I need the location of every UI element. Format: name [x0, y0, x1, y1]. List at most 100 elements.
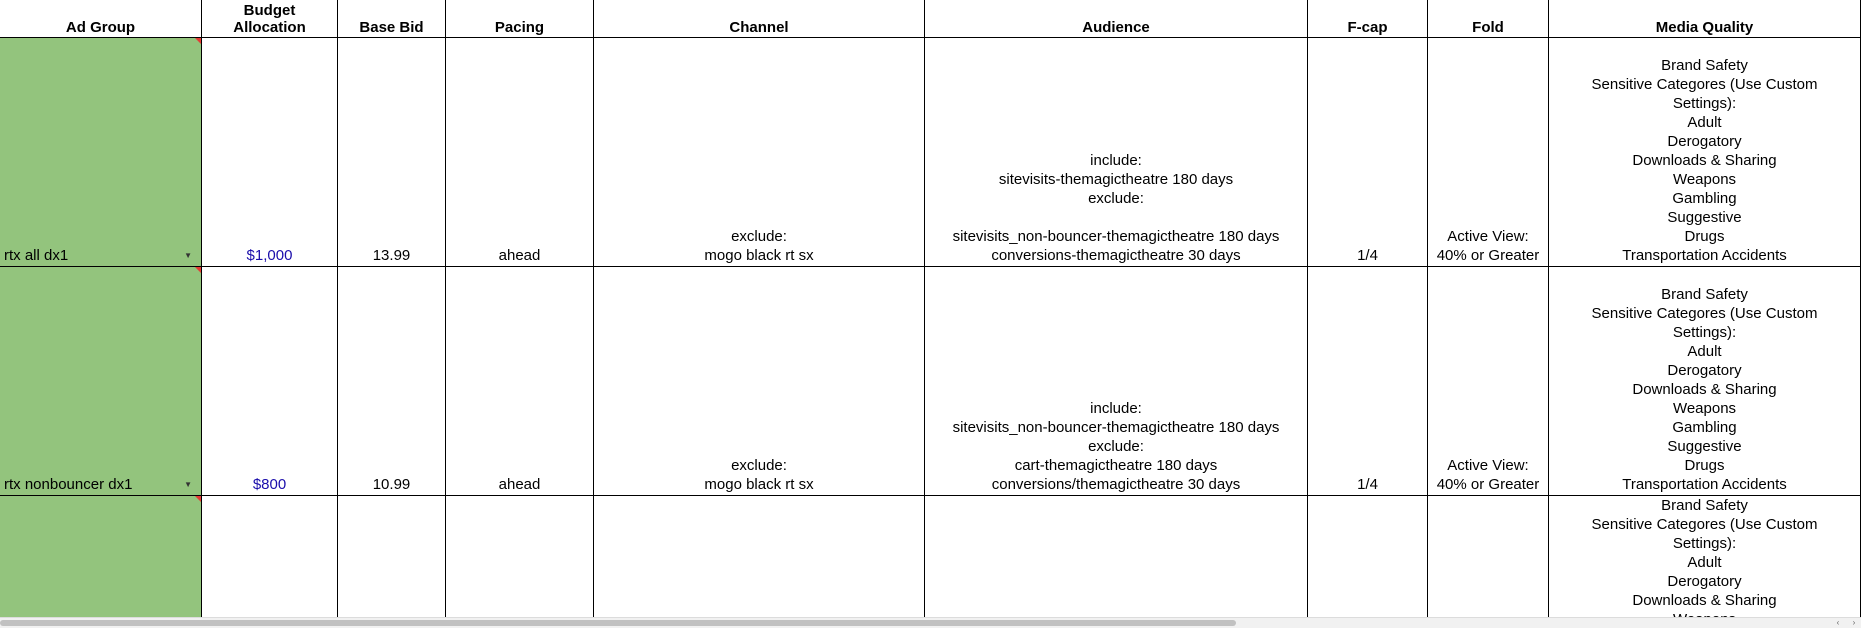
cell-audience[interactable]: include: sitevisits-themagictheatre 180 d…	[925, 38, 1308, 267]
cell-media-quality[interactable]: Brand Safety Sensitive Categores (Use Cus…	[1549, 38, 1861, 267]
cell-pacing[interactable]: ahead	[446, 38, 594, 267]
cell-f-cap[interactable]: 1/4	[1308, 267, 1428, 496]
media-quality-line: Downloads & Sharing	[1632, 381, 1777, 398]
cell-base-bid[interactable]: 13.99	[338, 38, 446, 267]
media-quality-line: Drugs	[1684, 228, 1725, 245]
audience-line: sitevisits-themagictheatre 180 days	[998, 171, 1234, 188]
header-pacing[interactable]: Pacing	[446, 0, 594, 38]
header-channel[interactable]: Channel	[594, 0, 925, 38]
media-quality-line: Brand Safety	[1661, 57, 1748, 74]
cell-base-bid[interactable]: 10.99	[338, 267, 446, 496]
header-budget-allocation[interactable]: Budget Allocation	[202, 0, 338, 38]
horizontal-scrollbar[interactable]: ‹ ›	[0, 617, 1861, 628]
cell-pacing[interactable]: ahead	[446, 267, 594, 496]
media-quality-line: Adult	[1687, 114, 1722, 131]
cell-audience[interactable]: include: sitevisits_non-bouncer-themagict…	[925, 267, 1308, 496]
header-text: Pacing	[494, 19, 545, 36]
media-quality-line: Transportation Accidents	[1622, 476, 1787, 493]
media-quality-line: Derogatory	[1667, 362, 1742, 379]
cell-budget-allocation[interactable]: $800	[202, 267, 338, 496]
media-quality-line: Weapons	[1672, 400, 1737, 417]
audience-line	[1114, 208, 1118, 227]
cell-audience[interactable]	[925, 496, 1308, 627]
header-text: Channel	[729, 19, 789, 36]
ad-group-dropdown[interactable]: rtx all dx1 ▼	[0, 38, 202, 267]
cell-fold[interactable]	[1428, 496, 1549, 627]
cell-channel[interactable]: exclude: mogo black rt sx	[594, 38, 925, 267]
ad-group-value: rtx nonbouncer dx1 ▼	[4, 475, 197, 494]
header-text: Base Bid	[359, 19, 424, 36]
header-audience[interactable]: Audience	[925, 0, 1308, 38]
header-base-bid[interactable]: Base Bid	[338, 0, 446, 38]
header-text: Budget	[243, 2, 296, 19]
ad-group-label: rtx all dx1	[4, 247, 69, 264]
media-quality-line: Sensitive Categores (Use Custom	[1591, 305, 1818, 322]
media-quality-line: Derogatory	[1667, 573, 1742, 590]
cell-base-bid[interactable]	[338, 496, 446, 627]
media-quality-line: Brand Safety	[1661, 286, 1748, 303]
media-quality-line: Gambling	[1672, 190, 1737, 207]
ad-group-dropdown[interactable]	[0, 496, 202, 627]
media-quality-line: Sensitive Categores (Use Custom	[1591, 76, 1818, 93]
media-quality-line: Downloads & Sharing	[1632, 152, 1777, 169]
media-quality-line: Weapons	[1672, 171, 1737, 188]
dropdown-arrow-icon[interactable]: ▼	[184, 475, 192, 494]
media-quality-line: Transportation Accidents	[1622, 247, 1787, 264]
comment-marker-icon	[195, 38, 201, 44]
ad-group-dropdown[interactable]: rtx nonbouncer dx1 ▼	[0, 267, 202, 496]
media-quality-line: Adult	[1687, 554, 1722, 571]
media-quality-line: Downloads & Sharing	[1632, 592, 1777, 609]
fold-line: Active View:	[1447, 228, 1529, 245]
cell-fold[interactable]: Active View: 40% or Greater	[1428, 38, 1549, 267]
fold-line: 40% or Greater	[1436, 247, 1540, 264]
audience-line: conversions/themagictheatre 30 days	[991, 476, 1241, 493]
header-text: Ad Group	[65, 19, 136, 36]
pacing-value: ahead	[498, 476, 541, 493]
media-quality-line: Gambling	[1672, 419, 1737, 436]
header-text: F-cap	[1347, 19, 1388, 36]
cell-channel[interactable]	[594, 496, 925, 627]
ad-group-value: rtx all dx1 ▼	[4, 246, 197, 265]
media-quality-line: Suggestive	[1667, 209, 1742, 226]
cell-budget-allocation[interactable]: $1,000	[202, 38, 338, 267]
cell-media-quality[interactable]: Brand Safety Sensitive Categores (Use Cus…	[1549, 267, 1861, 496]
header-text: Media Quality	[1655, 19, 1754, 36]
audience-line: include:	[1090, 152, 1142, 169]
channel-line: mogo black rt sx	[704, 476, 814, 493]
cell-pacing[interactable]	[446, 496, 594, 627]
base-bid-value: 13.99	[372, 247, 411, 264]
comment-marker-icon	[195, 267, 201, 273]
budget-allocation-value: $1,000	[246, 247, 293, 264]
media-quality-line: Settings):	[1672, 324, 1737, 341]
channel-line: exclude:	[731, 228, 787, 245]
header-ad-group[interactable]: Ad Group	[0, 0, 202, 38]
media-quality-line: Drugs	[1684, 457, 1725, 474]
cell-media-quality[interactable]: Brand Safety Sensitive Categores (Use Cus…	[1549, 496, 1861, 627]
audience-line: conversions-themagictheatre 30 days	[991, 247, 1241, 264]
scrollbar-thumb[interactable]	[0, 620, 1236, 626]
channel-line: exclude:	[731, 457, 787, 474]
header-fold[interactable]: Fold	[1428, 0, 1549, 38]
media-quality-line: Settings):	[1672, 535, 1737, 552]
header-text: Allocation	[233, 19, 306, 36]
audience-line: exclude:	[1088, 438, 1144, 455]
base-bid-value: 10.99	[372, 476, 411, 493]
audience-line: sitevisits_non-bouncer-themagictheatre 1…	[952, 228, 1280, 245]
spreadsheet-grid: Ad Group Budget Allocation Base Bid Pacing Ch…	[0, 0, 1861, 627]
cell-budget-allocation[interactable]	[202, 496, 338, 627]
media-quality-line: Derogatory	[1667, 133, 1742, 150]
ad-group-label: rtx nonbouncer dx1	[4, 476, 133, 493]
audience-line: cart-themagictheatre 180 days	[1014, 457, 1218, 474]
cell-f-cap[interactable]	[1308, 496, 1428, 627]
cell-f-cap[interactable]: 1/4	[1308, 38, 1428, 267]
channel-line: mogo black rt sx	[704, 247, 814, 264]
header-media-quality[interactable]: Media Quality	[1549, 0, 1861, 38]
media-quality-line: Brand Safety	[1661, 497, 1748, 514]
cell-fold[interactable]: Active View: 40% or Greater	[1428, 267, 1549, 496]
fold-line: Active View:	[1447, 457, 1529, 474]
dropdown-arrow-icon[interactable]: ▼	[184, 246, 192, 265]
f-cap-value: 1/4	[1357, 247, 1378, 264]
cell-channel[interactable]: exclude: mogo black rt sx	[594, 267, 925, 496]
header-f-cap[interactable]: F-cap	[1308, 0, 1428, 38]
media-quality-line: Adult	[1687, 343, 1722, 360]
